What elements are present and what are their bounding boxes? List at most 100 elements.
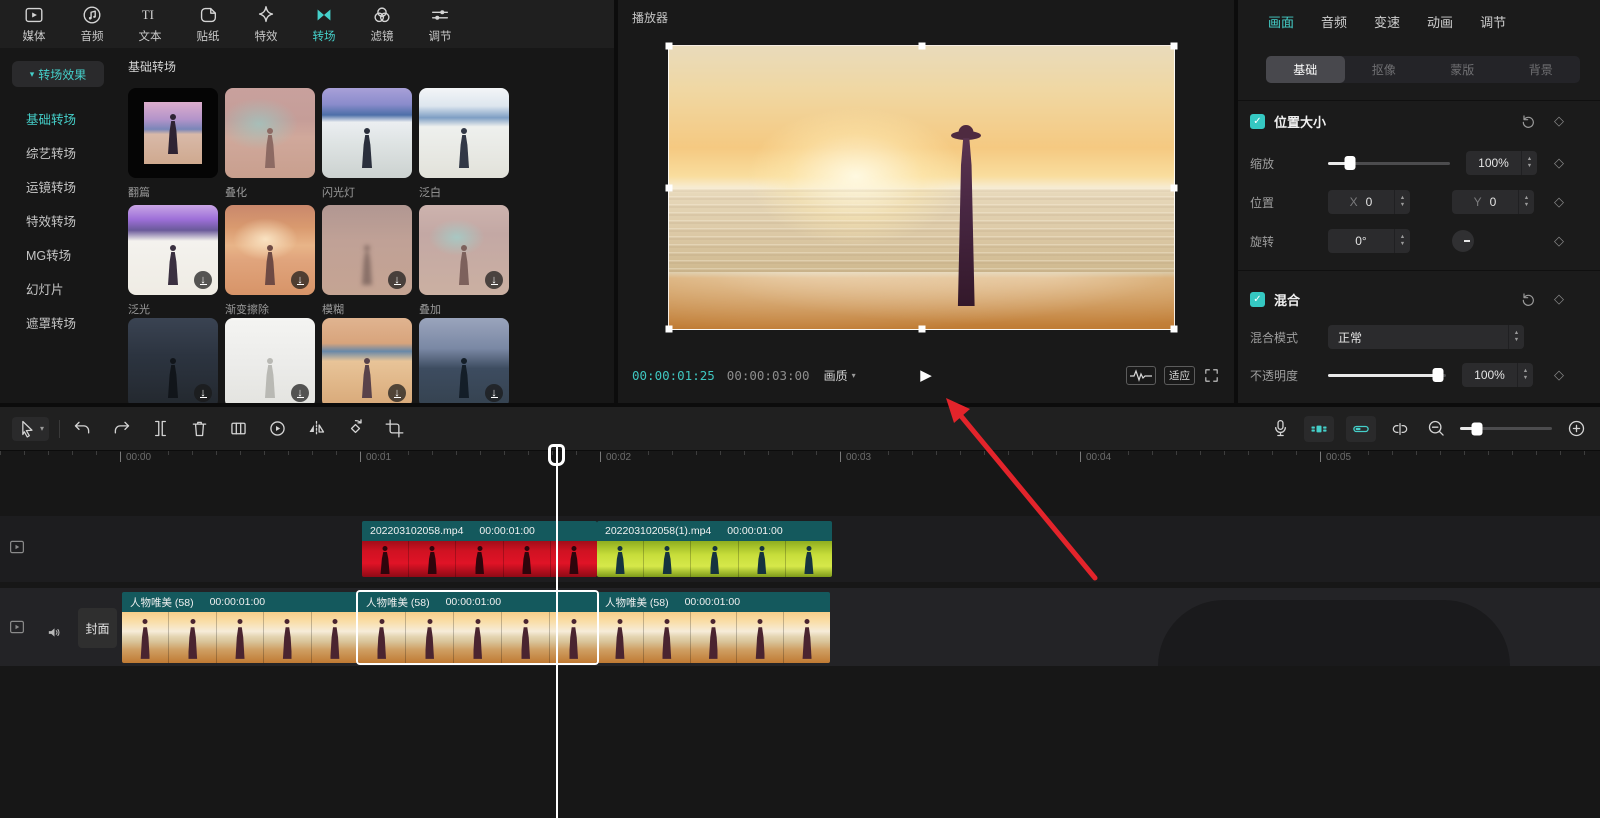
transition-card-fanpian[interactable] [128, 88, 218, 178]
split-button[interactable] [148, 417, 172, 441]
tab-animation[interactable]: 动画 [1427, 12, 1453, 37]
blend-mode-stepper[interactable]: ▲ ▼ [1508, 325, 1524, 349]
rotate-button[interactable] [343, 417, 367, 441]
toolbar-adjust[interactable]: 调节 [418, 4, 462, 44]
reset-icon[interactable] [1520, 113, 1536, 129]
reverse-button[interactable] [265, 417, 289, 441]
resize-handle-se[interactable] [1170, 325, 1178, 333]
keyframe-icon[interactable]: ◇ [1554, 194, 1564, 210]
position-x-box[interactable]: X0 ▲ ▼ [1328, 190, 1410, 214]
download-icon[interactable]: ↓ [291, 384, 309, 402]
transition-card-wipe[interactable]: ↓ [225, 205, 315, 295]
resize-handle-sw[interactable] [665, 325, 673, 333]
category-mg[interactable]: MG转场 [26, 245, 116, 264]
category-variety[interactable]: 综艺转场 [26, 143, 116, 162]
waveform-button[interactable] [1126, 365, 1156, 385]
delete-button[interactable] [187, 417, 211, 441]
keyframe-icon[interactable]: ◇ [1554, 155, 1564, 171]
transition-card-fanguang[interactable]: ↓ [128, 205, 218, 295]
category-basic[interactable]: 基础转场 [26, 109, 116, 128]
scale-stepper[interactable]: ▲ ▼ [1521, 151, 1537, 175]
scale-value-box[interactable]: 100% ▲ ▼ [1466, 151, 1537, 175]
opacity-slider-knob[interactable] [1432, 368, 1444, 382]
position-y-box[interactable]: Y0 ▲ ▼ [1452, 190, 1534, 214]
resize-handle-e[interactable] [1170, 184, 1178, 191]
keyframe-icon[interactable]: ◇ [1554, 233, 1564, 249]
toolbar-sticker[interactable]: 贴纸 [186, 4, 230, 44]
zoom-in-button[interactable] [1564, 417, 1588, 441]
download-icon[interactable]: ↓ [485, 384, 503, 402]
download-icon[interactable]: ↓ [194, 271, 212, 289]
timeline-ruler[interactable]: 00:00 00:01 00:02 00:03 00:04 00:05 [0, 451, 1600, 468]
category-effects[interactable]: 特效转场 [26, 211, 116, 230]
timeline-zoom-slider[interactable] [1460, 422, 1552, 435]
keyframe-icon[interactable]: ◇ [1554, 291, 1564, 307]
subtab-cutout[interactable]: 抠像 [1345, 56, 1424, 83]
playhead-handle[interactable] [548, 444, 565, 466]
tab-picture[interactable]: 画面 [1268, 12, 1294, 37]
opacity-slider[interactable] [1328, 368, 1446, 382]
download-icon[interactable]: ↓ [485, 271, 503, 289]
resize-handle-n[interactable] [918, 42, 925, 50]
download-icon[interactable]: ↓ [388, 271, 406, 289]
scale-slider-knob[interactable] [1344, 156, 1356, 170]
play-button[interactable]: ▶ [920, 366, 932, 384]
redo-button[interactable] [109, 417, 133, 441]
transition-card[interactable]: ↓ [225, 318, 315, 403]
category-slideshow[interactable]: 幻灯片 [26, 279, 116, 298]
track-mute-icon[interactable] [46, 624, 63, 641]
transition-card-blur[interactable]: ↓ [322, 205, 412, 295]
tab-adjust[interactable]: 调节 [1480, 12, 1506, 37]
transition-card[interactable]: ↓ [419, 318, 509, 403]
rotate-dial[interactable] [1452, 230, 1474, 252]
link-preview-button[interactable] [1346, 415, 1376, 442]
preview-canvas[interactable] [665, 42, 1178, 333]
subtab-basic[interactable]: 基础 [1266, 56, 1345, 83]
transition-card-diehua[interactable] [225, 88, 315, 178]
cover-button[interactable]: 封面 [78, 608, 117, 648]
rotate-stepper[interactable]: ▲ ▼ [1394, 229, 1410, 253]
clip-main-3[interactable]: 人物唯美 (58) 00:00:01:00 [597, 592, 830, 663]
undo-button[interactable] [70, 417, 94, 441]
category-camera[interactable]: 运镜转场 [26, 177, 116, 196]
toolbar-transitions[interactable]: 转场 [302, 4, 346, 44]
freeze-frame-button[interactable] [226, 417, 250, 441]
record-voiceover-button[interactable] [1268, 417, 1292, 441]
clip-video-2[interactable]: 202203102058(1).mp4 00:00:01:00 [597, 521, 832, 577]
resize-handle-w[interactable] [665, 184, 673, 191]
download-icon[interactable]: ↓ [388, 384, 406, 402]
toolbar-effects[interactable]: 特效 [244, 4, 288, 44]
subtab-mask[interactable]: 蒙版 [1423, 56, 1502, 83]
blend-mode-dropdown[interactable]: 正常 ▲ ▼ [1328, 325, 1524, 349]
tab-audio[interactable]: 音频 [1321, 12, 1347, 37]
toolbar-filters[interactable]: 滤镜 [360, 4, 404, 44]
zoom-out-button[interactable] [1424, 417, 1448, 441]
toolbar-media[interactable]: 媒体 [12, 4, 56, 44]
resize-handle-ne[interactable] [1170, 42, 1178, 50]
opacity-value-box[interactable]: 100% ▲ ▼ [1462, 363, 1533, 387]
resize-handle-s[interactable] [918, 325, 925, 333]
transition-card-overlay[interactable]: ↓ [419, 205, 509, 295]
transition-effects-dropdown[interactable]: ▾ 转场效果 [12, 61, 104, 87]
subtab-background[interactable]: 背景 [1502, 56, 1581, 83]
transition-card[interactable]: ↓ [128, 318, 218, 403]
transition-card-flash[interactable] [322, 88, 412, 178]
main-track-toggle-icon[interactable] [8, 618, 26, 636]
unlink-button[interactable] [1388, 417, 1412, 441]
mirror-button[interactable] [304, 417, 328, 441]
clip-video-1[interactable]: 202203102058.mp4 00:00:01:00 [362, 521, 597, 577]
blend-checkbox[interactable]: ✓ [1250, 291, 1265, 307]
quality-dropdown[interactable]: 画质 ▾ [824, 367, 856, 384]
keyframe-icon[interactable]: ◇ [1554, 113, 1564, 129]
keyframe-icon[interactable]: ◇ [1554, 367, 1564, 383]
clip-main-2-selected[interactable]: 人物唯美 (58) 00:00:01:00 [358, 592, 597, 663]
tab-speed[interactable]: 变速 [1374, 12, 1400, 37]
category-mask[interactable]: 遮罩转场 [26, 313, 116, 332]
position-size-checkbox[interactable]: ✓ [1250, 113, 1265, 129]
clip-main-1[interactable]: 人物唯美 (58) 00:00:01:00 [122, 592, 358, 663]
rotate-value-box[interactable]: 0° ▲ ▼ [1328, 229, 1410, 253]
transition-card-fanbai[interactable] [419, 88, 509, 178]
overlay-track-toggle-icon[interactable] [8, 538, 26, 556]
toolbar-text[interactable]: TI 文本 [128, 4, 172, 44]
auto-snap-button[interactable] [1304, 415, 1334, 442]
